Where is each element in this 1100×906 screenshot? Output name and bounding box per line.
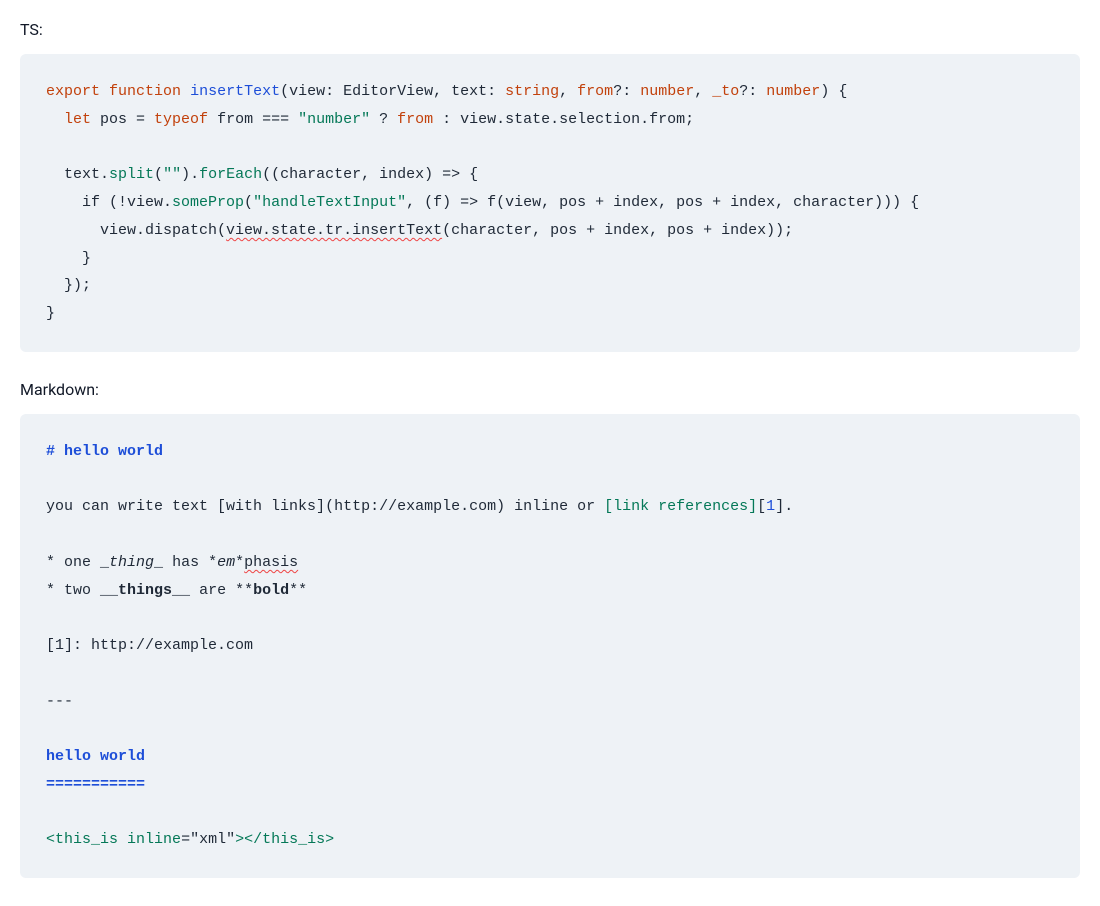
indent bbox=[46, 111, 64, 128]
md-h2-text: hello world bbox=[46, 748, 145, 765]
markdown-label: Markdown: bbox=[20, 380, 1080, 399]
l4-lp: ( bbox=[244, 194, 253, 211]
ts-code-block: export function insertText(view: EditorV… bbox=[20, 54, 1080, 352]
md-bold-open: ** bbox=[235, 582, 253, 599]
l3-ind: text. bbox=[46, 166, 109, 183]
type-number2: number bbox=[766, 83, 820, 100]
xml-attr: inline bbox=[127, 831, 181, 848]
kw-typeof: typeof bbox=[154, 111, 208, 128]
md-phasis: phasis bbox=[244, 554, 298, 571]
param-from: from bbox=[577, 83, 613, 100]
l6: } bbox=[46, 250, 91, 267]
xml-attrval: "xml" bbox=[190, 831, 235, 848]
l2-rest: : view.state.selection.from; bbox=[433, 111, 694, 128]
type-string: string bbox=[505, 83, 559, 100]
method-foreach: forEach bbox=[199, 166, 262, 183]
md-em-open: _ bbox=[100, 554, 109, 571]
l3-rp: ). bbox=[181, 166, 199, 183]
comma1: , bbox=[559, 83, 577, 100]
method-split: split bbox=[109, 166, 154, 183]
md-ref-rb: ]. bbox=[775, 498, 793, 515]
sp1 bbox=[631, 83, 640, 100]
kw-function: function bbox=[109, 83, 181, 100]
xml-close1: ></ bbox=[235, 831, 262, 848]
md-li2-e: are bbox=[190, 582, 235, 599]
sp2 bbox=[757, 83, 766, 100]
fn-name: insertText bbox=[190, 83, 280, 100]
kw-let: let bbox=[64, 111, 91, 128]
l8: } bbox=[46, 305, 55, 322]
kw-export: export bbox=[46, 83, 100, 100]
md-ref-lb: [ bbox=[757, 498, 766, 515]
q2: ?: bbox=[739, 83, 757, 100]
l2-sp3: ? bbox=[370, 111, 397, 128]
l7: }); bbox=[46, 277, 91, 294]
md-h1: # hello world bbox=[46, 443, 163, 460]
xml-tag-close: this_is bbox=[262, 831, 325, 848]
str-empty: "" bbox=[163, 166, 181, 183]
md-p-a: you can write text bbox=[46, 498, 217, 515]
md-em-text: thing bbox=[109, 554, 154, 571]
l3-rest: ((character, index) => { bbox=[262, 166, 478, 183]
md-strong-text: things bbox=[118, 582, 172, 599]
md-p-d: inline or bbox=[505, 498, 604, 515]
xml-sp bbox=[118, 831, 127, 848]
xml-lt: < bbox=[46, 831, 55, 848]
params-left: view: EditorView, text: bbox=[289, 83, 505, 100]
md-ref-def: [1]: http://example.com bbox=[46, 637, 253, 654]
md-bold-text: bold bbox=[253, 582, 289, 599]
xml-gt: > bbox=[325, 831, 334, 848]
l2-sp2: from === bbox=[208, 111, 298, 128]
l2-sp: pos = bbox=[91, 111, 154, 128]
md-hr: --- bbox=[46, 693, 73, 710]
lparen: ( bbox=[280, 83, 289, 100]
md-link-text-2: [link references] bbox=[604, 498, 757, 515]
md-link-text-1: [with links] bbox=[217, 498, 325, 515]
err-underline: view.state.tr.insertText bbox=[226, 222, 442, 239]
xml-tag-open: this_is bbox=[55, 831, 118, 848]
l4-ind: if (!view. bbox=[46, 194, 172, 211]
md-li1-a: * one bbox=[46, 554, 100, 571]
type-number1: number bbox=[640, 83, 694, 100]
md-em-close: _ bbox=[154, 554, 163, 571]
l3-lp: ( bbox=[154, 166, 163, 183]
md-em2-close: * bbox=[235, 554, 244, 571]
rparen-brace: ) { bbox=[820, 83, 847, 100]
l4-rest: , (f) => f(view, pos + index, pos + inde… bbox=[406, 194, 919, 211]
method-someprop: someProp bbox=[172, 194, 244, 211]
md-em2-text: em bbox=[217, 554, 235, 571]
md-bold-close: ** bbox=[289, 582, 307, 599]
md-ref-num: 1 bbox=[766, 498, 775, 515]
str-number: "number" bbox=[298, 111, 370, 128]
q1: ?: bbox=[613, 83, 631, 100]
md-li1-e: has bbox=[163, 554, 208, 571]
from-usage: from bbox=[397, 111, 433, 128]
md-link-url-1: (http://example.com) bbox=[325, 498, 505, 515]
md-strong-close: __ bbox=[172, 582, 190, 599]
l5-ind: view.dispatch( bbox=[46, 222, 226, 239]
xml-eq: = bbox=[181, 831, 190, 848]
l5-rest: (character, pos + index, pos + index)); bbox=[442, 222, 793, 239]
md-strong-open: __ bbox=[100, 582, 118, 599]
md-li2-a: * two bbox=[46, 582, 100, 599]
param-to: _to bbox=[712, 83, 739, 100]
comma2: , bbox=[694, 83, 712, 100]
str-hti: "handleTextInput" bbox=[253, 194, 406, 211]
md-h2-underline: =========== bbox=[46, 776, 145, 793]
md-em2-open: * bbox=[208, 554, 217, 571]
ts-label: TS: bbox=[20, 20, 1080, 39]
markdown-code-block: # hello world you can write text [with l… bbox=[20, 414, 1080, 878]
